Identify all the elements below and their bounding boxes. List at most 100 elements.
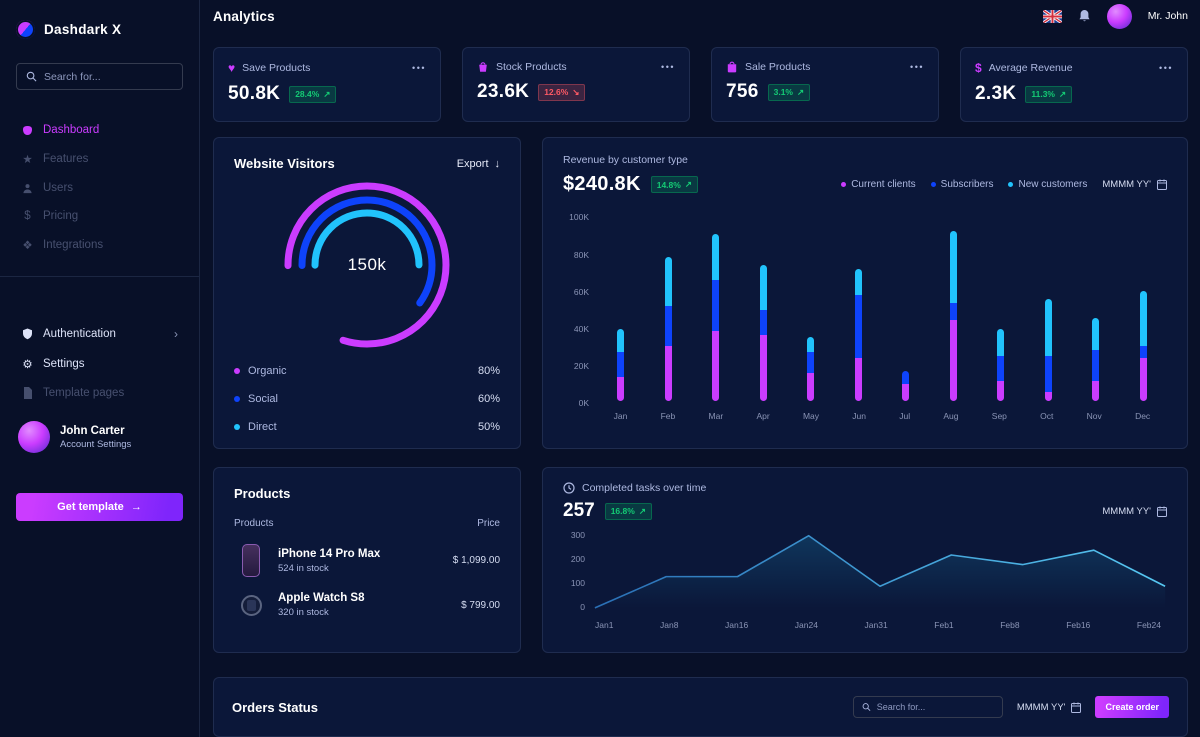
product-stock: 524 in stock [278,563,380,574]
tasks-xaxis: Jan1Jan8Jan16Jan24Jan31Feb1Feb8Feb16Feb2… [593,620,1167,630]
revenue-xaxis: JanFebMarAprMayJunJulAugSepOctNovDec [597,411,1167,421]
trend-up-icon: ↗ [639,506,646,517]
date-label: MMMM YY' [1102,179,1151,190]
watch-icon [234,595,268,616]
date-label: MMMM YY' [1102,506,1151,517]
card-title: Revenue by customer type [563,154,1167,166]
orders-search[interactable] [853,696,1003,718]
sidebar-divider [0,276,199,277]
user-name: Mr. John [1148,10,1188,22]
export-button[interactable]: Export ↓ [457,158,500,170]
download-arrow-icon: ↓ [495,158,501,170]
create-order-button[interactable]: Create order [1095,696,1169,718]
sidebar-item-users[interactable]: Users [16,174,183,202]
revenue-card: Revenue by customer type $240.8K 14.8%↗ … [542,137,1188,449]
more-menu-icon[interactable]: ••• [910,62,924,72]
stat-card-stock-products: Stock Products ••• 23.6K 12.6%↘ [462,47,690,122]
trend-badge: 3.1%↗ [768,84,811,101]
sidebar-item-label: Settings [43,358,85,370]
legend-label: Organic [248,365,287,377]
orders-search-input[interactable] [877,702,994,712]
product-row-iphone[interactable]: iPhone 14 Pro Max 524 in stock $ 1,099.0… [234,544,500,577]
stat-card-sale-products: Sale Products ••• 756 3.1%↗ [711,47,939,122]
sidebar-item-authentication[interactable]: Authentication › [16,319,183,349]
bell-icon[interactable] [1078,9,1091,23]
products-card: Products Products Price iPhone 14 Pro Ma… [213,467,521,653]
sidebar-item-pricing[interactable]: $ Pricing [16,202,183,230]
date-range-picker[interactable]: MMMM YY' [1017,702,1082,713]
get-template-button[interactable]: Get template → [16,493,183,521]
bottom-row: Products Products Price iPhone 14 Pro Ma… [213,467,1188,653]
trend-up-icon: ↗ [797,87,804,98]
legend-label: Direct [248,421,277,433]
card-title: Products [234,486,290,501]
trend-badge: 16.8%↗ [605,503,652,520]
revenue-bar-chart: 100K80K60K40K20K0K JanFebMarAprMayJunJul… [563,212,1167,432]
profile-subtitle: Account Settings [60,439,131,450]
sidebar-item-dashboard[interactable]: Dashboard [16,116,183,144]
completed-tasks-card: Completed tasks over time 257 16.8%↗ MMM… [542,467,1188,653]
stat-value: 2.3K [975,83,1016,105]
legend-dot [234,368,240,374]
search-input[interactable] [44,71,173,83]
sidebar-item-features[interactable]: ★ Features [16,144,183,174]
trend-badge: 14.8%↗ [651,176,698,193]
page-title: Analytics [213,9,275,24]
calendar-icon [1157,179,1167,190]
gauge-center-value: 150k [279,177,455,353]
tasks-yaxis: 3002001000 [563,530,593,612]
sidebar-profile[interactable]: John Carter Account Settings [16,421,183,453]
main-content: Analytics Mr. John ♥ Save Products ••• 5… [200,0,1200,737]
stat-label: Sale Products [745,61,810,73]
sidebar: Dashdark X Dashboard ★ Features Users $ … [0,0,200,737]
app-name: Dashdark X [44,22,121,37]
revenue-value: $240.8K [563,173,641,196]
trend-badge: 28.4%↗ [289,86,336,103]
trend-badge: 11.3%↗ [1025,86,1072,103]
tasks-line-chart: 3002001000 Jan1Jan8Jan16Jan24Jan31Feb1F [563,530,1167,642]
card-title: Website Visitors [234,156,335,171]
stat-value: 23.6K [477,81,529,103]
legend-dot [234,396,240,402]
more-menu-icon[interactable]: ••• [661,62,675,72]
trend-up-icon: ↗ [1059,89,1066,100]
stat-label: Save Products [242,62,310,74]
legend-subscribers: Subscribers [931,179,994,190]
date-range-picker[interactable]: MMMM YY' [1102,179,1167,190]
column-header-price: Price [477,518,500,529]
sidebar-secondary-nav: Authentication › ⚙ Settings Template pag… [16,319,183,407]
trend-up-icon: ↗ [323,89,330,100]
visitors-gauge-chart: 150k [279,177,455,353]
sidebar-nav: Dashboard ★ Features Users $ Pricing ❖ I… [16,116,183,260]
date-range-picker[interactable]: MMMM YY' [1102,506,1167,517]
sidebar-item-label: Template pages [43,387,124,399]
product-stock: 320 in stock [278,607,364,618]
sidebar-item-template-pages[interactable]: Template pages [16,379,183,407]
revenue-bars [597,212,1167,402]
sidebar-item-integrations[interactable]: ❖ Integrations [16,230,183,260]
more-menu-icon[interactable]: ••• [412,63,426,73]
profile-name: John Carter [60,425,131,437]
user-avatar[interactable] [1107,4,1132,29]
product-name: Apple Watch S8 [278,592,364,604]
product-row-watch[interactable]: Apple Watch S8 320 in stock $ 799.00 [234,592,500,618]
sidebar-search[interactable] [16,63,183,90]
stat-card-save-products: ♥ Save Products ••• 50.8K 28.4%↗ [213,47,441,122]
calendar-icon [1157,506,1167,517]
legend-row-social: Social 60% [234,385,500,413]
app-logo-icon [16,20,35,39]
language-flag-icon[interactable] [1043,10,1062,23]
sidebar-item-settings[interactable]: ⚙ Settings [16,349,183,379]
stat-cards-row: ♥ Save Products ••• 50.8K 28.4%↗ Stock P… [213,47,1188,122]
legend-row-organic: Organic 80% [234,357,500,385]
legend-percent: 50% [478,421,500,433]
phone-icon [234,544,268,577]
avatar [18,421,50,453]
legend-dot [234,424,240,430]
stat-label: Stock Products [496,61,567,73]
card-title: Orders Status [232,700,318,715]
clock-icon [563,482,575,494]
more-menu-icon[interactable]: ••• [1159,63,1173,73]
tasks-line-svg [593,530,1167,612]
legend-row-direct: Direct 50% [234,413,500,441]
